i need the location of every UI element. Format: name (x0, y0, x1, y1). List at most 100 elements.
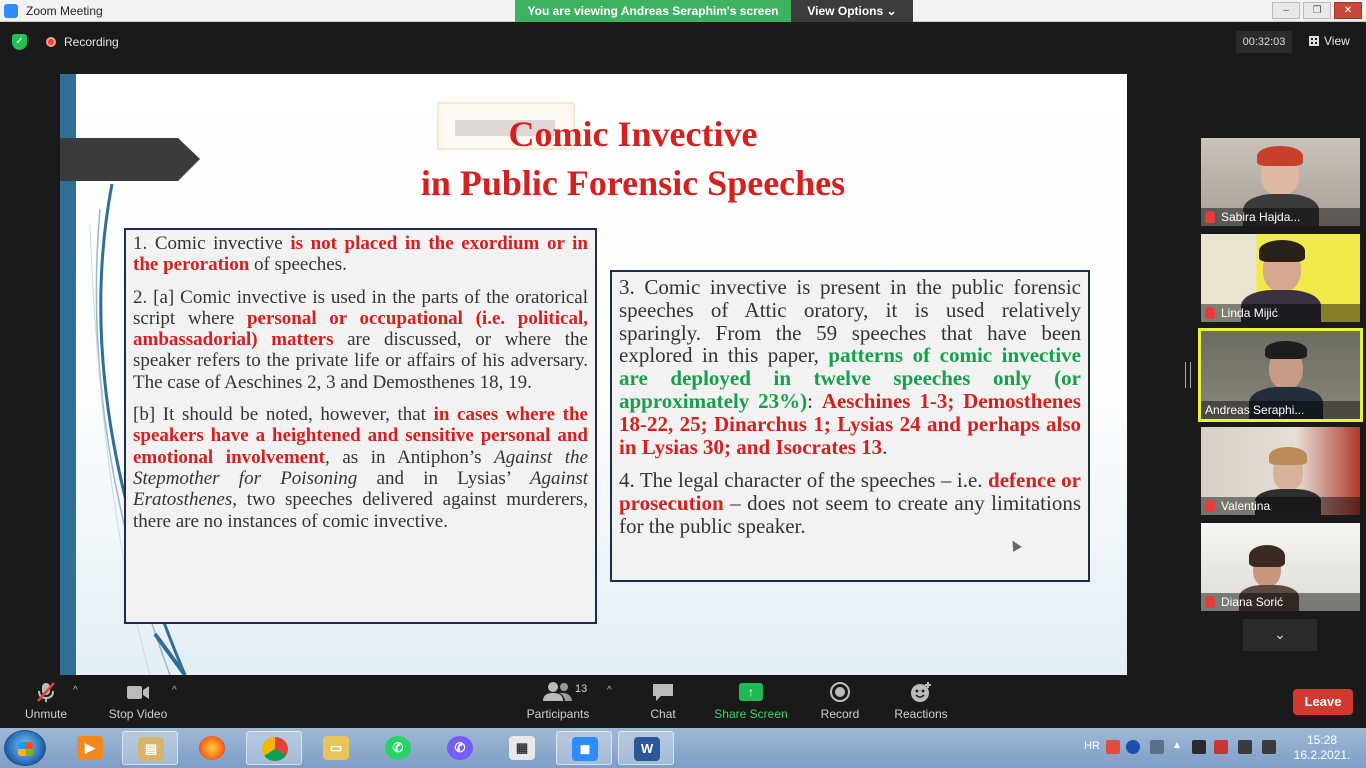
zoom-app-icon (4, 4, 18, 18)
clock-time: 15:28 (1306, 733, 1338, 747)
participant-name: Sabira Hajda... (1221, 210, 1301, 224)
language-indicator[interactable]: HR (1084, 740, 1100, 752)
chevron-down-icon: ⌄ (886, 4, 897, 18)
participant-tile[interactable]: Valentina (1201, 427, 1360, 515)
slide-arrow-shape (60, 138, 200, 181)
security-shield-icon[interactable]: ✓ (12, 34, 27, 50)
participant-name-bar: Valentina (1201, 497, 1360, 515)
mic-muted-icon (20, 681, 72, 703)
show-hidden-icons-icon[interactable]: ▲ (1172, 740, 1186, 754)
recording-label: Recording (64, 35, 119, 49)
network-tray-icon[interactable] (1150, 740, 1164, 754)
text-run: , as in Antiphon’s (325, 446, 495, 468)
text-run: [b] It should be noted, however, that (133, 404, 434, 426)
restore-button[interactable]: ❐ (1303, 2, 1331, 19)
share-screen-button[interactable]: ↑ Share Screen (714, 681, 788, 721)
text-run: of speeches. (249, 254, 347, 276)
viber-taskbar-button[interactable]: ✆ (432, 731, 488, 765)
participants-label: Participants (526, 707, 590, 721)
window-controls: – ❐ ✕ (1272, 2, 1362, 19)
view-options-button[interactable]: View Options ⌄ (791, 0, 913, 22)
firefox-icon (199, 736, 225, 760)
slide-textbox-right: 3. Comic invective is present in the pub… (610, 270, 1090, 582)
text-run: : (807, 388, 822, 413)
slide-title: Comic Invective in Public Forensic Speec… (360, 110, 906, 208)
screen-share-banner: You are viewing Andreas Seraphim's scree… (515, 0, 791, 22)
participant-name: Valentina (1221, 499, 1271, 513)
device-tray-icon[interactable] (1192, 740, 1206, 754)
slide-title-line2: in Public Forensic Speeches (420, 163, 846, 203)
recording-icon (46, 37, 56, 47)
mic-muted-icon (1205, 307, 1215, 319)
taskbar-clock[interactable]: 15:28 16.2.2021. (1286, 733, 1358, 763)
participant-name: Andreas Seraphi... (1205, 403, 1305, 417)
flag-tray-icon[interactable] (1214, 740, 1228, 754)
point-4: 4. The legal character of the speeches –… (619, 469, 1081, 537)
chrome-taskbar-button[interactable] (246, 731, 302, 765)
participant-tile[interactable]: Linda Mijić (1201, 234, 1360, 322)
record-label: Record (820, 707, 860, 721)
file-explorer-taskbar-button[interactable]: ▭ (308, 731, 364, 765)
folder-window-icon: ▤ (138, 737, 164, 761)
participant-tile[interactable]: Diana Sorić (1201, 523, 1360, 611)
participant-tile-active-speaker[interactable]: Andreas Seraphi... (1198, 328, 1363, 422)
reactions-button[interactable]: Reactions (893, 681, 949, 721)
zoom-icon: ◼ (572, 737, 598, 761)
reactions-label: Reactions (894, 707, 948, 721)
media-player-taskbar-button[interactable]: ▶ (62, 731, 118, 765)
media-player-icon: ▶ (77, 736, 103, 760)
share-screen-label: Share Screen (714, 707, 788, 721)
firefox-taskbar-button[interactable] (184, 731, 240, 765)
word-taskbar-button[interactable]: W (618, 731, 674, 765)
participant-hair (1265, 341, 1307, 359)
participants-count: 13 (575, 683, 588, 695)
whatsapp-icon: ✆ (385, 736, 411, 760)
participant-name: Diana Sorić (1221, 595, 1284, 609)
participants-options-caret-icon[interactable]: ^ (607, 685, 612, 696)
view-button[interactable]: View (1309, 34, 1350, 48)
point-2b: [b] It should be noted, however, that in… (133, 404, 588, 532)
leave-meeting-button[interactable]: Leave (1293, 689, 1353, 715)
chat-bubble-icon (642, 681, 684, 703)
participant-tile[interactable]: Sabira Hajda... (1201, 138, 1360, 226)
signal-icon[interactable] (1262, 740, 1276, 754)
record-button[interactable]: Record (818, 681, 862, 721)
volume-icon[interactable] (1238, 740, 1252, 754)
viber-icon: ✆ (447, 736, 473, 760)
chat-button[interactable]: Chat (642, 681, 684, 721)
windows-flag-icon (18, 742, 33, 756)
chat-label: Chat (650, 707, 676, 721)
explorer-window-taskbar-button[interactable]: ▤ (122, 731, 178, 765)
minimize-button[interactable]: – (1272, 2, 1300, 19)
share-screen-icon: ↑ (739, 683, 763, 701)
view-options-label: View Options (807, 4, 884, 18)
grid-icon (1309, 36, 1319, 46)
pdf-tray-icon[interactable] (1106, 740, 1120, 754)
meeting-toolbar: Unmute ^ Stop Video ^ Participants 13 ^ … (0, 675, 1366, 728)
mic-muted-icon (1205, 211, 1215, 223)
calculator-taskbar-button[interactable]: ▦ (494, 731, 550, 765)
meeting-timer: 00:32:03 (1236, 31, 1292, 53)
stop-video-button[interactable]: Stop Video (106, 681, 170, 721)
audio-options-caret-icon[interactable]: ^ (73, 685, 78, 696)
more-participants-chevron-down-icon[interactable]: ⌄ (1243, 619, 1317, 651)
participant-name-bar: Sabira Hajda... (1201, 208, 1360, 226)
unmute-button[interactable]: Unmute (20, 681, 72, 721)
zoom-taskbar-button[interactable]: ◼ (556, 731, 612, 765)
chrome-icon (262, 737, 288, 761)
start-orb-icon[interactable] (4, 730, 46, 766)
close-button[interactable]: ✕ (1334, 2, 1362, 19)
video-options-caret-icon[interactable]: ^ (172, 685, 177, 696)
shared-screen-slide: Comic Invective in Public Forensic Speec… (60, 74, 1127, 675)
panel-resize-handle[interactable] (1185, 362, 1191, 388)
point-3: 3. Comic invective is present in the pub… (619, 276, 1081, 458)
zoom-meeting-window: Zoom Meeting You are viewing Andreas Ser… (0, 0, 1366, 768)
slide-title-line1: Comic Invective (508, 114, 758, 154)
participant-hair (1257, 146, 1303, 166)
help-tray-icon[interactable] (1126, 740, 1140, 754)
title-bar: Zoom Meeting You are viewing Andreas Ser… (0, 0, 1366, 22)
unmute-label: Unmute (24, 707, 68, 721)
whatsapp-taskbar-button[interactable]: ✆ (370, 731, 426, 765)
participant-hair (1259, 240, 1305, 262)
view-label: View (1324, 34, 1350, 48)
